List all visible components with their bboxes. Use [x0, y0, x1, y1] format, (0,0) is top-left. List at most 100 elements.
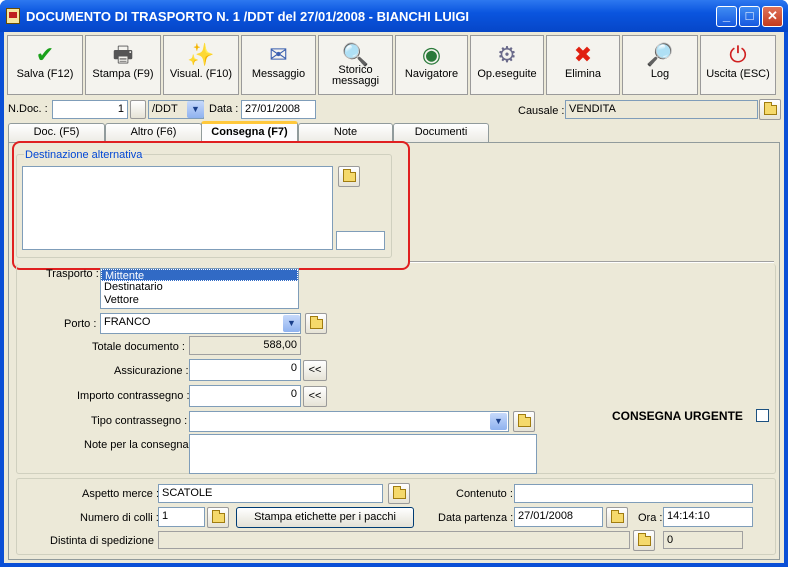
porto-browse-button[interactable] [305, 313, 327, 334]
tipo-contrassegno-dropdown-icon[interactable]: ▼ [490, 413, 507, 430]
log-button[interactable]: 🔎 Log [622, 35, 698, 95]
distinta-label: Distinta di spedizione : [50, 535, 161, 547]
message-button[interactable]: ✉ Messaggio [241, 35, 316, 95]
totale-label: Totale documento : [92, 341, 185, 353]
consegna-urgente-checkbox[interactable] [756, 409, 769, 422]
data-partenza-label: Data partenza : [438, 512, 514, 524]
save-label: Salva (F12) [16, 68, 74, 80]
browser-label: Navigatore [404, 68, 459, 80]
history-button[interactable]: 🔍 Storico messaggi [318, 35, 393, 95]
assicurazione-label: Assicurazione : [114, 365, 189, 377]
assicurazione-copy-button[interactable]: << [303, 360, 327, 381]
contenuto-label: Contenuto : [456, 488, 513, 500]
folder-icon [212, 510, 225, 523]
minimize-button[interactable]: _ [716, 6, 737, 27]
save-button[interactable]: ✔ Salva (F12) [7, 35, 83, 95]
series-value: /DDT [152, 103, 178, 115]
trasporto-option[interactable]: Mittente [101, 269, 298, 282]
aspetto-merce-browse-button[interactable] [388, 483, 410, 504]
distinta-field [158, 531, 630, 549]
tipo-contrassegno-select[interactable] [189, 411, 509, 432]
operations-button[interactable]: ⚙ Op.eseguite [470, 35, 544, 95]
numero-colli-field[interactable]: 1 [158, 507, 205, 527]
tab-documenti[interactable]: Documenti [393, 123, 489, 142]
data-partenza-field[interactable]: 27/01/2008 [514, 507, 603, 527]
porto-select[interactable]: FRANCO [100, 313, 301, 334]
causale-browse-button[interactable] [759, 99, 781, 120]
log-icon: 🔎 [646, 42, 674, 67]
trasporto-option[interactable]: Vettore [101, 294, 298, 307]
contenuto-field[interactable] [514, 484, 753, 503]
causale-field[interactable]: VENDITA [565, 100, 758, 119]
folder-icon [310, 316, 323, 329]
close-button[interactable]: ✕ [762, 6, 783, 27]
save-icon: ✔ [35, 42, 55, 67]
colli-browse-button[interactable] [207, 507, 229, 528]
app-icon [6, 8, 20, 24]
maximize-button[interactable]: □ [739, 6, 760, 27]
tipo-contrassegno-label: Tipo contrassegno : [91, 415, 188, 427]
title-bar[interactable]: DOCUMENTO DI TRASPORTO N. 1 /DDT del 27/… [0, 0, 788, 32]
log-label: Log [650, 68, 670, 80]
operations-label: Op.eseguite [477, 68, 537, 80]
ndoc-button[interactable] [130, 100, 146, 119]
exit-icon: ⏻ [729, 42, 747, 67]
preview-label: Visual. (F10) [169, 68, 233, 80]
highlight-box [12, 141, 410, 270]
print-button[interactable]: 🖶 Stampa (F9) [85, 35, 161, 95]
preview-icon: ✨ [187, 42, 215, 67]
folder-icon [764, 102, 777, 115]
note-consegna-textarea[interactable] [189, 434, 537, 474]
porto-value: FRANCO [104, 316, 151, 328]
series-dropdown-icon[interactable]: ▼ [187, 101, 204, 118]
date-field[interactable]: 27/01/2008 [241, 100, 316, 119]
exit-label: Uscita (ESC) [706, 68, 770, 80]
distinta-number-field: 0 [663, 531, 743, 549]
delete-label: Elimina [564, 68, 602, 80]
tab-note[interactable]: Note [298, 123, 393, 142]
folder-icon [518, 414, 531, 427]
delete-icon: ✖ [573, 42, 593, 67]
separator-line [410, 261, 774, 263]
delete-button[interactable]: ✖ Elimina [546, 35, 620, 95]
totale-field: 588,00 [189, 336, 301, 355]
trasporto-label: Trasporto : [46, 268, 99, 280]
tab-doc[interactable]: Doc. (F5) [8, 123, 105, 142]
tab-altro[interactable]: Altro (F6) [105, 123, 202, 142]
numero-colli-label: Numero di colli : [80, 512, 159, 524]
causale-label: Causale : [518, 105, 565, 117]
folder-icon [393, 486, 406, 499]
trasporto-list[interactable]: Mittente Destinatario Vettore [100, 268, 299, 309]
ndoc-label: N.Doc. : [8, 103, 48, 115]
message-icon: ✉ [269, 42, 288, 67]
note-consegna-label: Note per la consegna [84, 439, 189, 451]
contrassegno-copy-button[interactable]: << [303, 386, 327, 407]
ora-field[interactable]: 14:14:10 [663, 507, 753, 527]
ora-label: Ora : [638, 512, 663, 524]
preview-button[interactable]: ✨ Visual. (F10) [163, 35, 239, 95]
operations-icon: ⚙ [497, 42, 517, 67]
exit-button[interactable]: ⏻ Uscita (ESC) [700, 35, 776, 95]
client-area: ✔ Salva (F12) 🖶 Stampa (F9) ✨ Visual. (F10) ✉ M… [4, 32, 784, 563]
distinta-browse-button[interactable] [633, 530, 655, 551]
date-label: Data : [209, 103, 239, 115]
aspetto-merce-label: Aspetto merce : [82, 488, 160, 500]
contrassegno-field[interactable]: 0 [189, 385, 301, 407]
consegna-urgente-label: CONSEGNA URGENTE [612, 409, 743, 423]
ndoc-field[interactable]: 1 [52, 100, 128, 119]
folder-icon [638, 533, 651, 546]
assicurazione-field[interactable]: 0 [189, 359, 301, 381]
porto-dropdown-icon[interactable]: ▼ [283, 315, 300, 332]
stampa-etichette-button[interactable]: Stampa etichette per i pacchi [236, 507, 414, 528]
print-icon: 🖶 [112, 42, 134, 67]
porto-label: Porto : [64, 318, 97, 330]
browser-button[interactable]: ◉ Navigatore [395, 35, 468, 95]
aspetto-merce-field[interactable]: SCATOLE [158, 484, 383, 503]
app-window: DOCUMENTO DI TRASPORTO N. 1 /DDT del 27/… [0, 0, 788, 567]
message-label: Messaggio [251, 68, 306, 80]
tipo-contrassegno-browse-button[interactable] [513, 411, 535, 432]
print-label: Stampa (F9) [92, 68, 154, 80]
trasporto-option[interactable]: Destinatario [101, 281, 298, 294]
folder-icon [611, 510, 624, 523]
data-partenza-button[interactable] [606, 507, 628, 528]
